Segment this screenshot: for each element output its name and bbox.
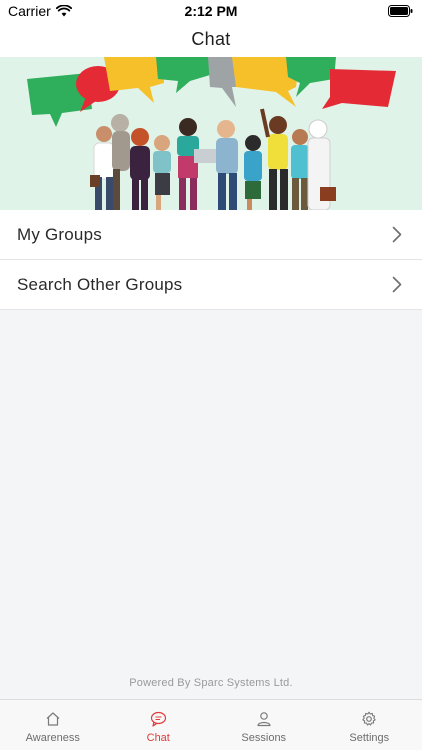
tab-settings[interactable]: Settings [317,700,422,750]
status-bar: Carrier 2:12 PM [0,0,422,22]
home-icon [46,712,60,726]
my-groups-label: My Groups [17,224,102,244]
battery-icon [388,5,413,17]
chevron-right-icon [392,226,402,243]
search-other-groups-row[interactable]: Search Other Groups [0,260,422,310]
people-chatting-illustration [27,57,396,210]
search-other-groups-label: Search Other Groups [17,274,183,294]
page-title: Chat [191,29,231,49]
chat-screen: Carrier 2:12 PM Chat My Groups Search Ot… [0,0,422,750]
tab-chat-label: Chat [146,732,170,744]
chevron-right-icon [392,276,402,293]
users-icon [257,712,271,727]
speech-bubbles [27,57,396,127]
tab-chat[interactable]: Chat [106,700,212,750]
chat-bubble-icon [150,711,166,727]
status-time: 2:12 PM [184,3,238,19]
gear-icon [362,711,376,726]
tab-sessions-label: Sessions [241,732,287,744]
tab-sessions[interactable]: Sessions [211,700,317,750]
chat-menu-list: My Groups Search Other Groups [0,210,422,310]
my-groups-row[interactable]: My Groups [0,210,422,260]
tab-bar: Awareness Chat Sessions Settings [0,699,422,750]
tab-awareness[interactable]: Awareness [0,700,106,750]
tab-awareness-label: Awareness [25,732,80,744]
navigation-bar: Chat [0,22,422,58]
people-group [90,108,336,210]
powered-by-text: Powered By Sparc Systems Ltd. [129,677,293,689]
tab-settings-label: Settings [349,732,390,744]
chat-banner-image [0,57,422,210]
